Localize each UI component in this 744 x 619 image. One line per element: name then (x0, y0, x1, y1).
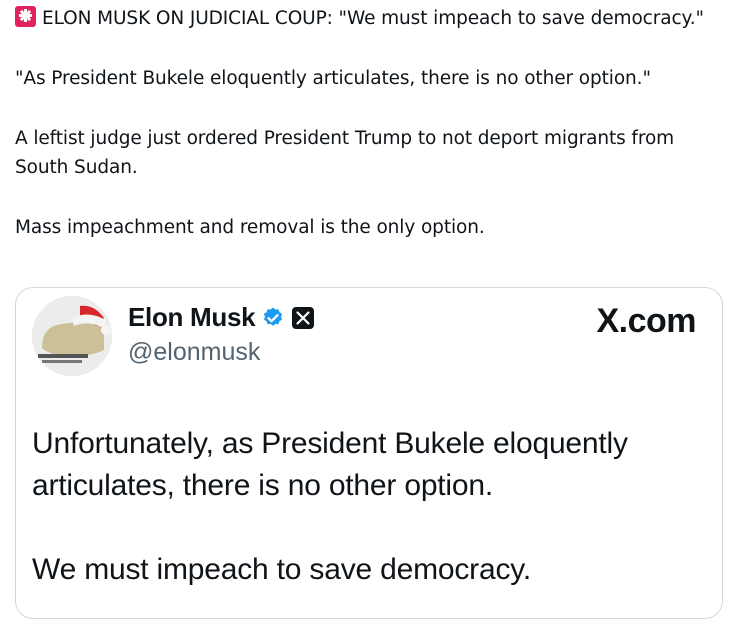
tweet-line-2: We must impeach to save democracy. (32, 553, 531, 586)
tweet-line-1: Unfortunately, as President Bukele eloqu… (32, 427, 628, 502)
x-brand-logo: X.com (596, 302, 696, 341)
author-name-row: Elon Musk (128, 302, 315, 333)
post-headline: ELON MUSK ON JUDICIAL COUP: "We must imp… (15, 4, 730, 33)
x-brand-text: X.com (596, 302, 696, 340)
embedded-tweet-card[interactable]: Elon Musk @elonmusk X.com Unfortunately,… (15, 287, 723, 619)
post-paragraph-2: Mass impeachment and removal is the only… (15, 217, 485, 238)
tweet-text: Unfortunately, as President Bukele eloqu… (32, 423, 712, 591)
post-quote: "As President Bukele eloquently articula… (15, 68, 651, 89)
verified-badge-icon (264, 307, 283, 326)
post-paragraph-1: A leftist judge just ordered President T… (15, 128, 675, 178)
rotating-light-icon (15, 6, 36, 27)
author-display-name[interactable]: Elon Musk (128, 302, 256, 333)
post-headline-text: ELON MUSK ON JUDICIAL COUP: "We must imp… (42, 8, 704, 29)
avatar[interactable] (32, 296, 112, 376)
x-affiliate-icon (292, 306, 315, 329)
avatar-image (32, 296, 112, 376)
post-body: ELON MUSK ON JUDICIAL COUP: "We must imp… (15, 4, 730, 242)
author-handle[interactable]: @elonmusk (128, 338, 260, 367)
